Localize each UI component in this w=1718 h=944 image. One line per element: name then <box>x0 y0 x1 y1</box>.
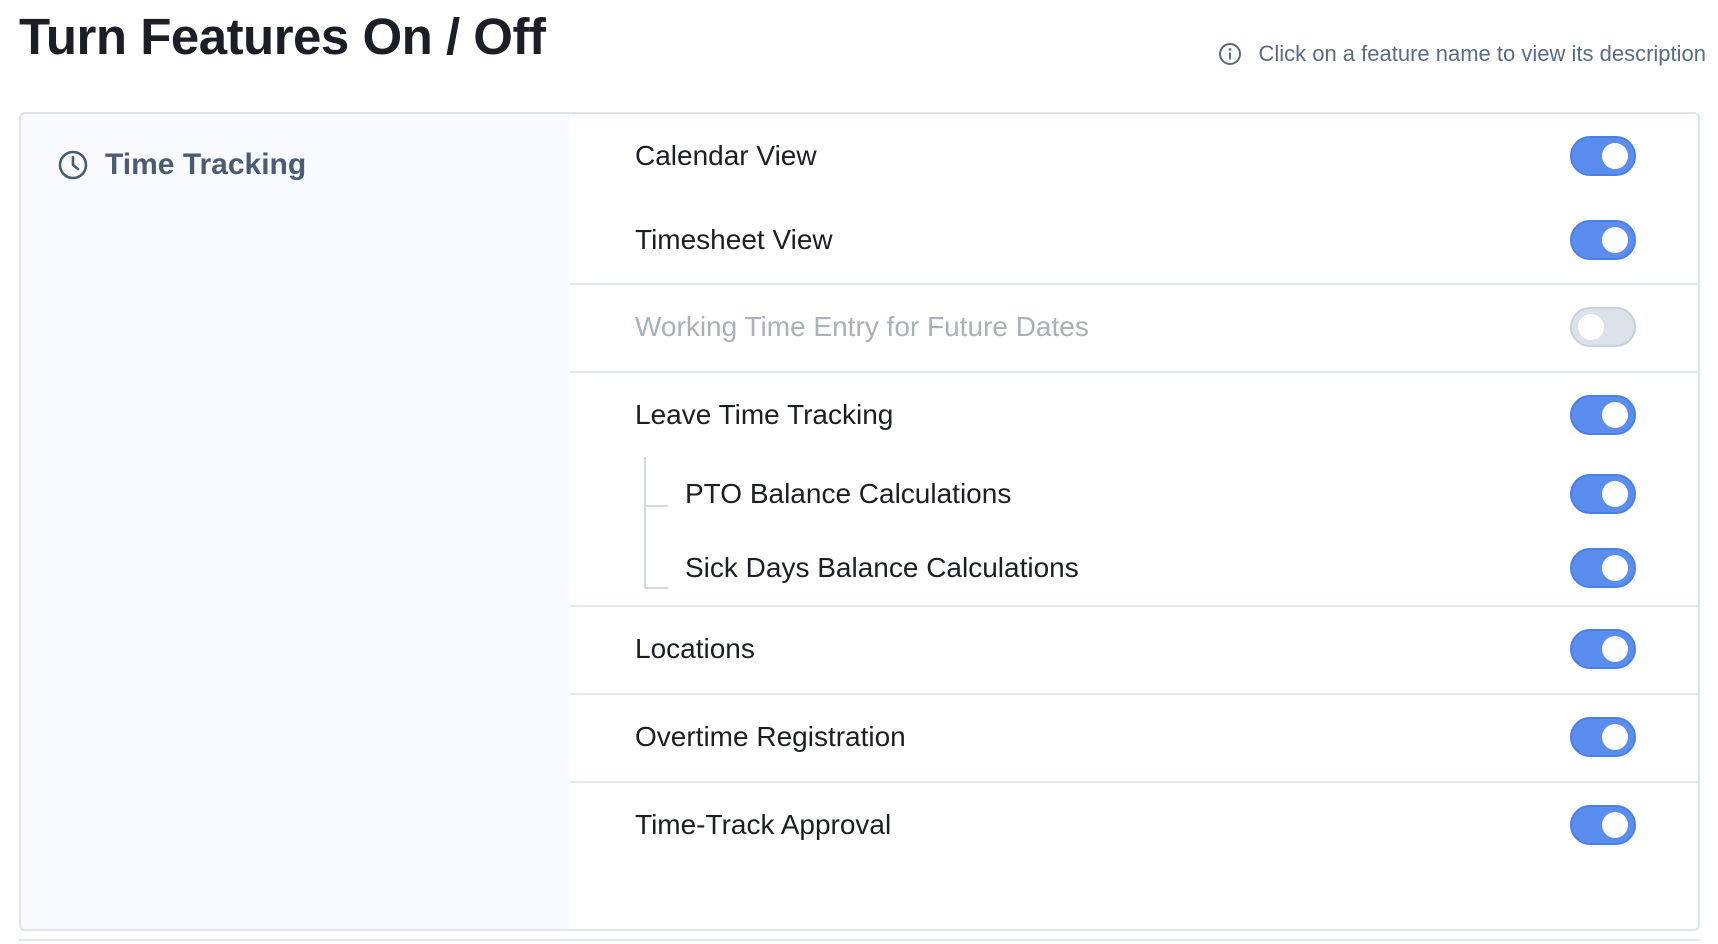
features-panel: Time Tracking Calendar View Timesheet Vi… <box>19 112 1700 931</box>
feature-group-views: Calendar View Timesheet View <box>570 114 1698 285</box>
feature-row-approval: Time-Track Approval <box>570 783 1698 867</box>
overtime-toggle[interactable] <box>1570 717 1636 757</box>
divider <box>19 939 1700 941</box>
feature-row-leave-tracking: Leave Time Tracking <box>570 373 1698 457</box>
toggle-knob <box>1602 402 1628 428</box>
tree-connector <box>644 457 646 589</box>
toggle-knob <box>1602 812 1628 838</box>
feature-name-locations[interactable]: Locations <box>635 633 755 665</box>
feature-group-locations: Locations <box>570 607 1698 695</box>
feature-name-calendar-view[interactable]: Calendar View <box>635 140 817 172</box>
future-dates-toggle[interactable] <box>1570 307 1636 347</box>
category-sidebar: Time Tracking <box>21 114 570 929</box>
feature-description-hint: Click on a feature name to view its desc… <box>1218 41 1706 67</box>
tree-connector-tick <box>644 505 668 507</box>
feature-list: Calendar View Timesheet View Working Tim… <box>570 114 1698 929</box>
tree-connector-tick <box>644 587 668 589</box>
locations-toggle[interactable] <box>1570 629 1636 669</box>
sick-balance-toggle[interactable] <box>1570 548 1636 588</box>
feature-name-timesheet-view[interactable]: Timesheet View <box>635 224 833 256</box>
feature-row-future-dates: Working Time Entry for Future Dates <box>570 285 1698 369</box>
feature-name-overtime[interactable]: Overtime Registration <box>635 721 906 753</box>
feature-name-sick-balance[interactable]: Sick Days Balance Calculations <box>685 552 1079 584</box>
toggle-knob <box>1578 314 1604 340</box>
feature-row-pto-balance: PTO Balance Calculations <box>570 457 1698 531</box>
feature-name-pto-balance[interactable]: PTO Balance Calculations <box>685 478 1011 510</box>
feature-name-leave-tracking[interactable]: Leave Time Tracking <box>635 399 893 431</box>
feature-name-future-dates[interactable]: Working Time Entry for Future Dates <box>635 311 1089 343</box>
timesheet-view-toggle[interactable] <box>1570 220 1636 260</box>
feature-group-leave: Leave Time Tracking PTO Balance Calculat… <box>570 373 1698 607</box>
category-time-tracking[interactable]: Time Tracking <box>57 148 306 182</box>
category-label: Time Tracking <box>105 148 307 181</box>
toggle-knob <box>1602 143 1628 169</box>
feature-group-overtime: Overtime Registration <box>570 695 1698 783</box>
toggle-knob <box>1602 636 1628 662</box>
leave-tracking-toggle[interactable] <box>1570 395 1636 435</box>
feature-row-sick-balance: Sick Days Balance Calculations <box>570 531 1698 605</box>
toggle-knob <box>1602 724 1628 750</box>
feature-name-approval[interactable]: Time-Track Approval <box>635 809 891 841</box>
hint-text: Click on a feature name to view its desc… <box>1258 41 1706 66</box>
calendar-view-toggle[interactable] <box>1570 136 1636 176</box>
toggle-knob <box>1602 481 1628 507</box>
pto-balance-toggle[interactable] <box>1570 474 1636 514</box>
feature-row-overtime: Overtime Registration <box>570 695 1698 779</box>
feature-row-locations: Locations <box>570 607 1698 691</box>
toggle-knob <box>1602 227 1628 253</box>
page-title: Turn Features On / Off <box>19 8 546 65</box>
feature-row-timesheet-view: Timesheet View <box>570 198 1698 282</box>
clock-icon <box>57 149 89 181</box>
info-icon <box>1218 42 1242 66</box>
feature-group-future-dates: Working Time Entry for Future Dates <box>570 285 1698 373</box>
approval-toggle[interactable] <box>1570 805 1636 845</box>
toggle-knob <box>1602 555 1628 581</box>
feature-group-approval: Time-Track Approval <box>570 783 1698 869</box>
feature-row-calendar-view: Calendar View <box>570 114 1698 198</box>
